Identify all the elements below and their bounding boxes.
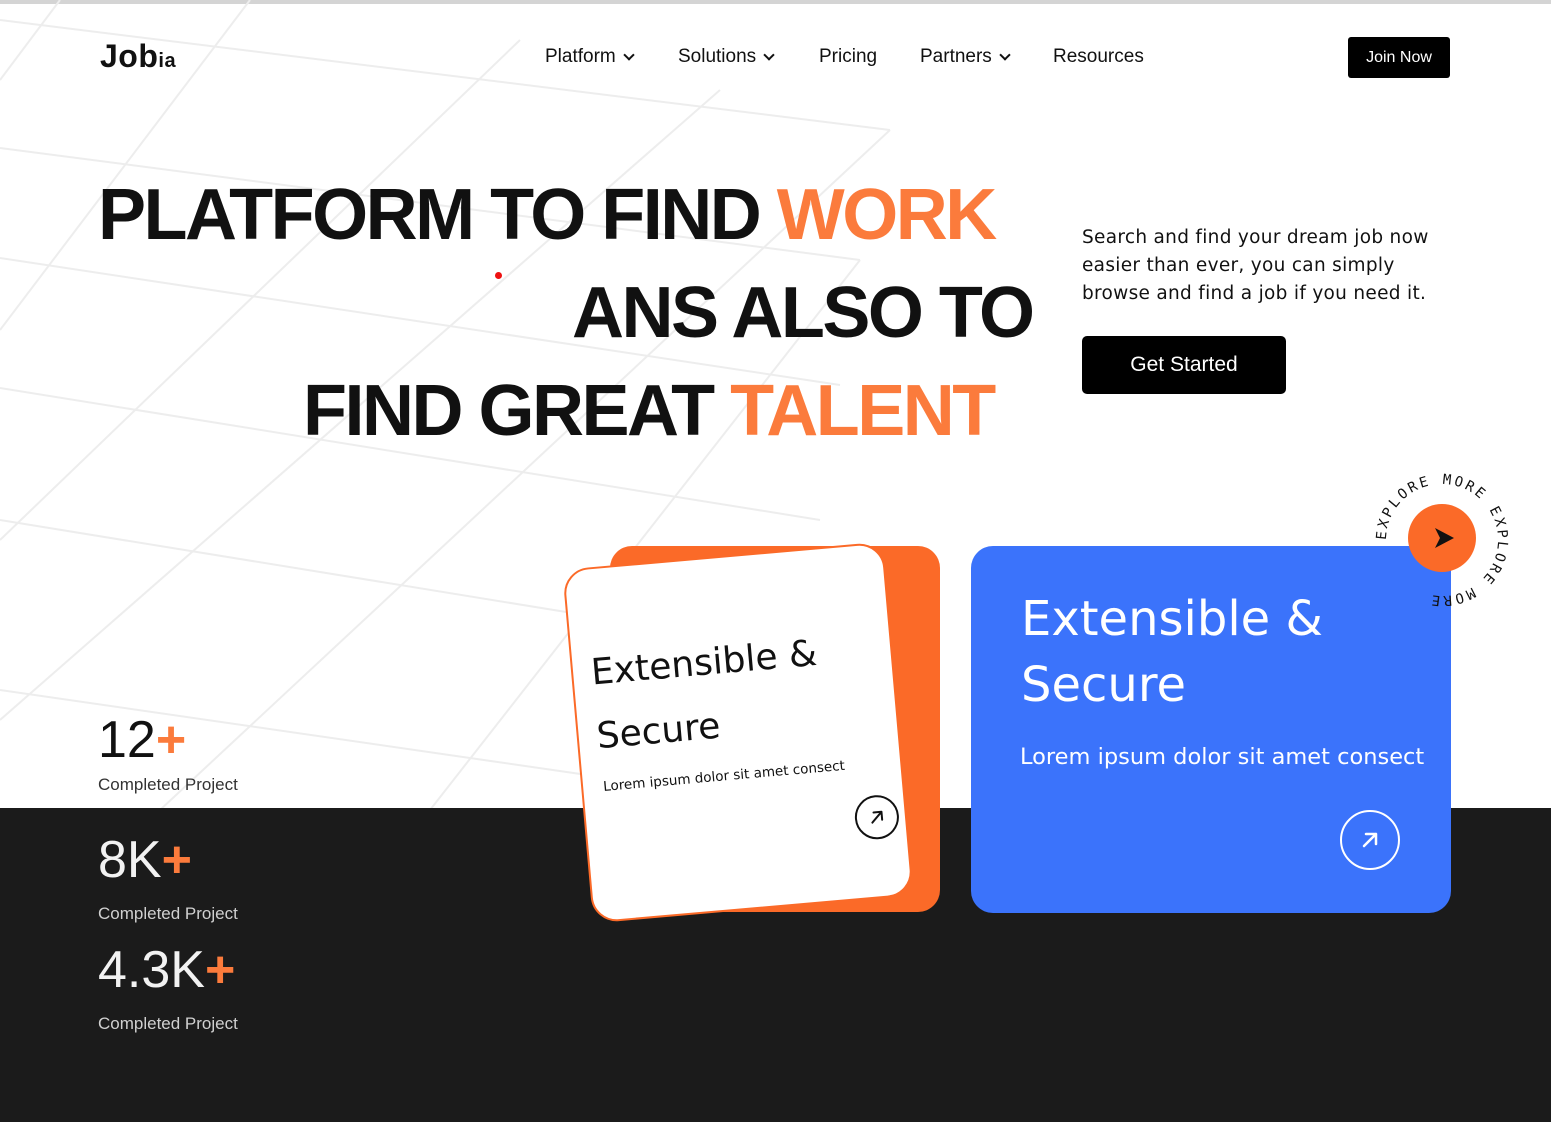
hero-heading-line-2: ANS ALSO TO [572,277,1035,349]
stat-label: Completed Project [98,1014,238,1033]
stat-value: 8K+ [98,834,192,886]
hero-heading-line-1: PLATFORM TO FIND WORK [98,179,997,251]
brand-logo[interactable]: Jobia [100,38,176,75]
nav-item-label: Platform [545,46,616,67]
nav-item-label: Pricing [819,46,878,67]
stat-number: 8K [98,831,162,889]
stat-value: 12+ [98,714,186,766]
hero-heading-highlight: TALENT [730,371,996,451]
nav-item-platform[interactable]: Platform [545,46,635,68]
stat-suffix: + [155,711,187,769]
feature-card-tilted[interactable]: Extensible & Secure Lorem ipsum dolor si… [562,541,914,924]
brand-name-main: Job [100,38,159,74]
explore-more-badge[interactable]: EXPLORE MORE EXPLORE MORE [1372,470,1512,610]
chevron-down-icon [763,49,775,61]
arrow-up-right-icon [1362,832,1378,848]
join-now-button[interactable]: Join Now [1348,37,1450,78]
arrow-up-right-icon [871,810,884,824]
hero-description: Search and find your dream job now easie… [1082,227,1429,304]
nav-item-label: Solutions [678,46,757,67]
card-arrow-button[interactable] [1340,810,1400,870]
stat-number: 4.3K [98,941,205,999]
nav-item-label: Partners [920,46,992,67]
nav-item-resources[interactable]: Resources [1053,46,1144,68]
stat-label: Completed Project [98,775,238,794]
chevron-down-icon [623,49,635,61]
stat-number: 12 [98,711,156,769]
nav-item-partners[interactable]: Partners [920,46,1011,68]
stat-value: 4.3K+ [98,944,235,996]
hero-heading-line-3: FIND GREAT TALENT [303,375,996,447]
hero-heading-text: FIND GREAT [303,371,731,451]
hero-heading-highlight: WORK [776,175,997,255]
card-title: Extensible & Secure [589,622,826,769]
card-title-line: Extensible & [1021,591,1323,647]
stat-suffix: + [161,831,192,889]
nav-item-pricing[interactable]: Pricing [819,46,877,68]
hero-heading-text: ANS ALSO TO [572,273,1035,353]
nav-item-label: Resources [1053,46,1144,67]
hero-heading-text: PLATFORM TO FIND [98,175,777,255]
chevron-down-icon [999,49,1011,61]
cursor-dot [495,272,502,279]
brand-name-suffix: ia [158,50,177,72]
stat-suffix: + [204,941,236,999]
nav-item-solutions[interactable]: Solutions [678,46,775,68]
get-started-button[interactable]: Get Started [1082,336,1286,394]
card-title: Extensible & Secure [1021,586,1323,718]
card-subtitle: Lorem ipsum dolor sit amet consect [1020,744,1425,770]
card-arrow-button[interactable] [853,793,901,842]
card-title-line: Secure [1021,657,1187,713]
stat-label: Completed Project [98,904,238,923]
